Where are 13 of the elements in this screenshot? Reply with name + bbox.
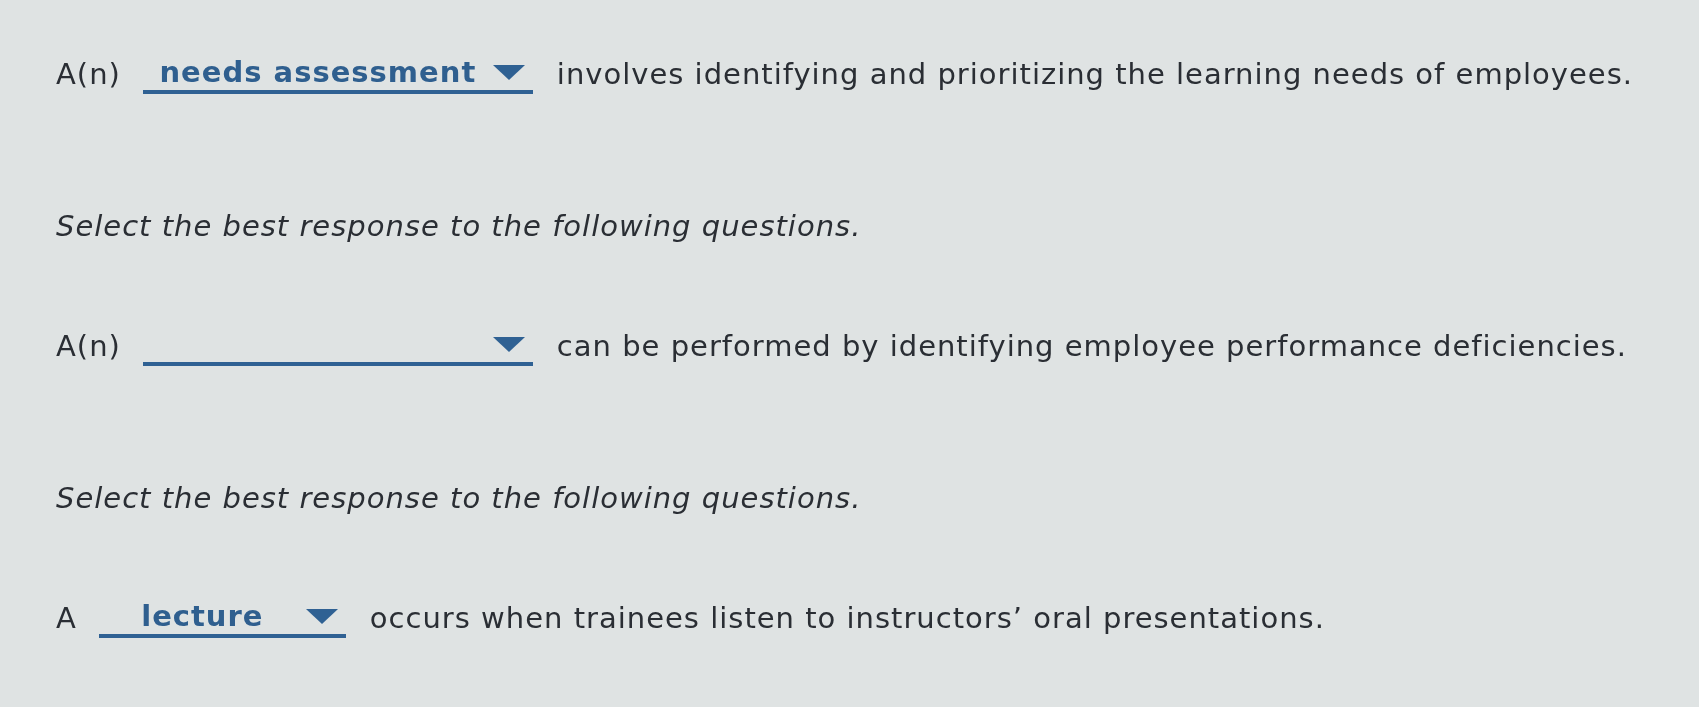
caret-icon [492,64,525,80]
instruction-text: Select the best response to the following questions. [56,209,862,243]
question-text: can be performed by identifying employee performance deficiencies. [556,329,1627,363]
question-text: A [56,601,77,635]
answer-dropdown[interactable]: lecture [98,598,346,638]
answer-dropdown[interactable]: needs assessment [142,54,533,94]
question-text: A(n) [56,329,121,363]
instruction-text: Select the best response to the following questions. [56,481,862,515]
question-text: occurs when trainees listen to instructors’ oral presentations. [369,601,1325,635]
caret-icon [305,608,338,624]
caret-icon [492,336,525,352]
question-text: involves identifying and prioritizing the learning needs of employees. [556,57,1633,91]
question-text: A(n) [56,57,121,91]
